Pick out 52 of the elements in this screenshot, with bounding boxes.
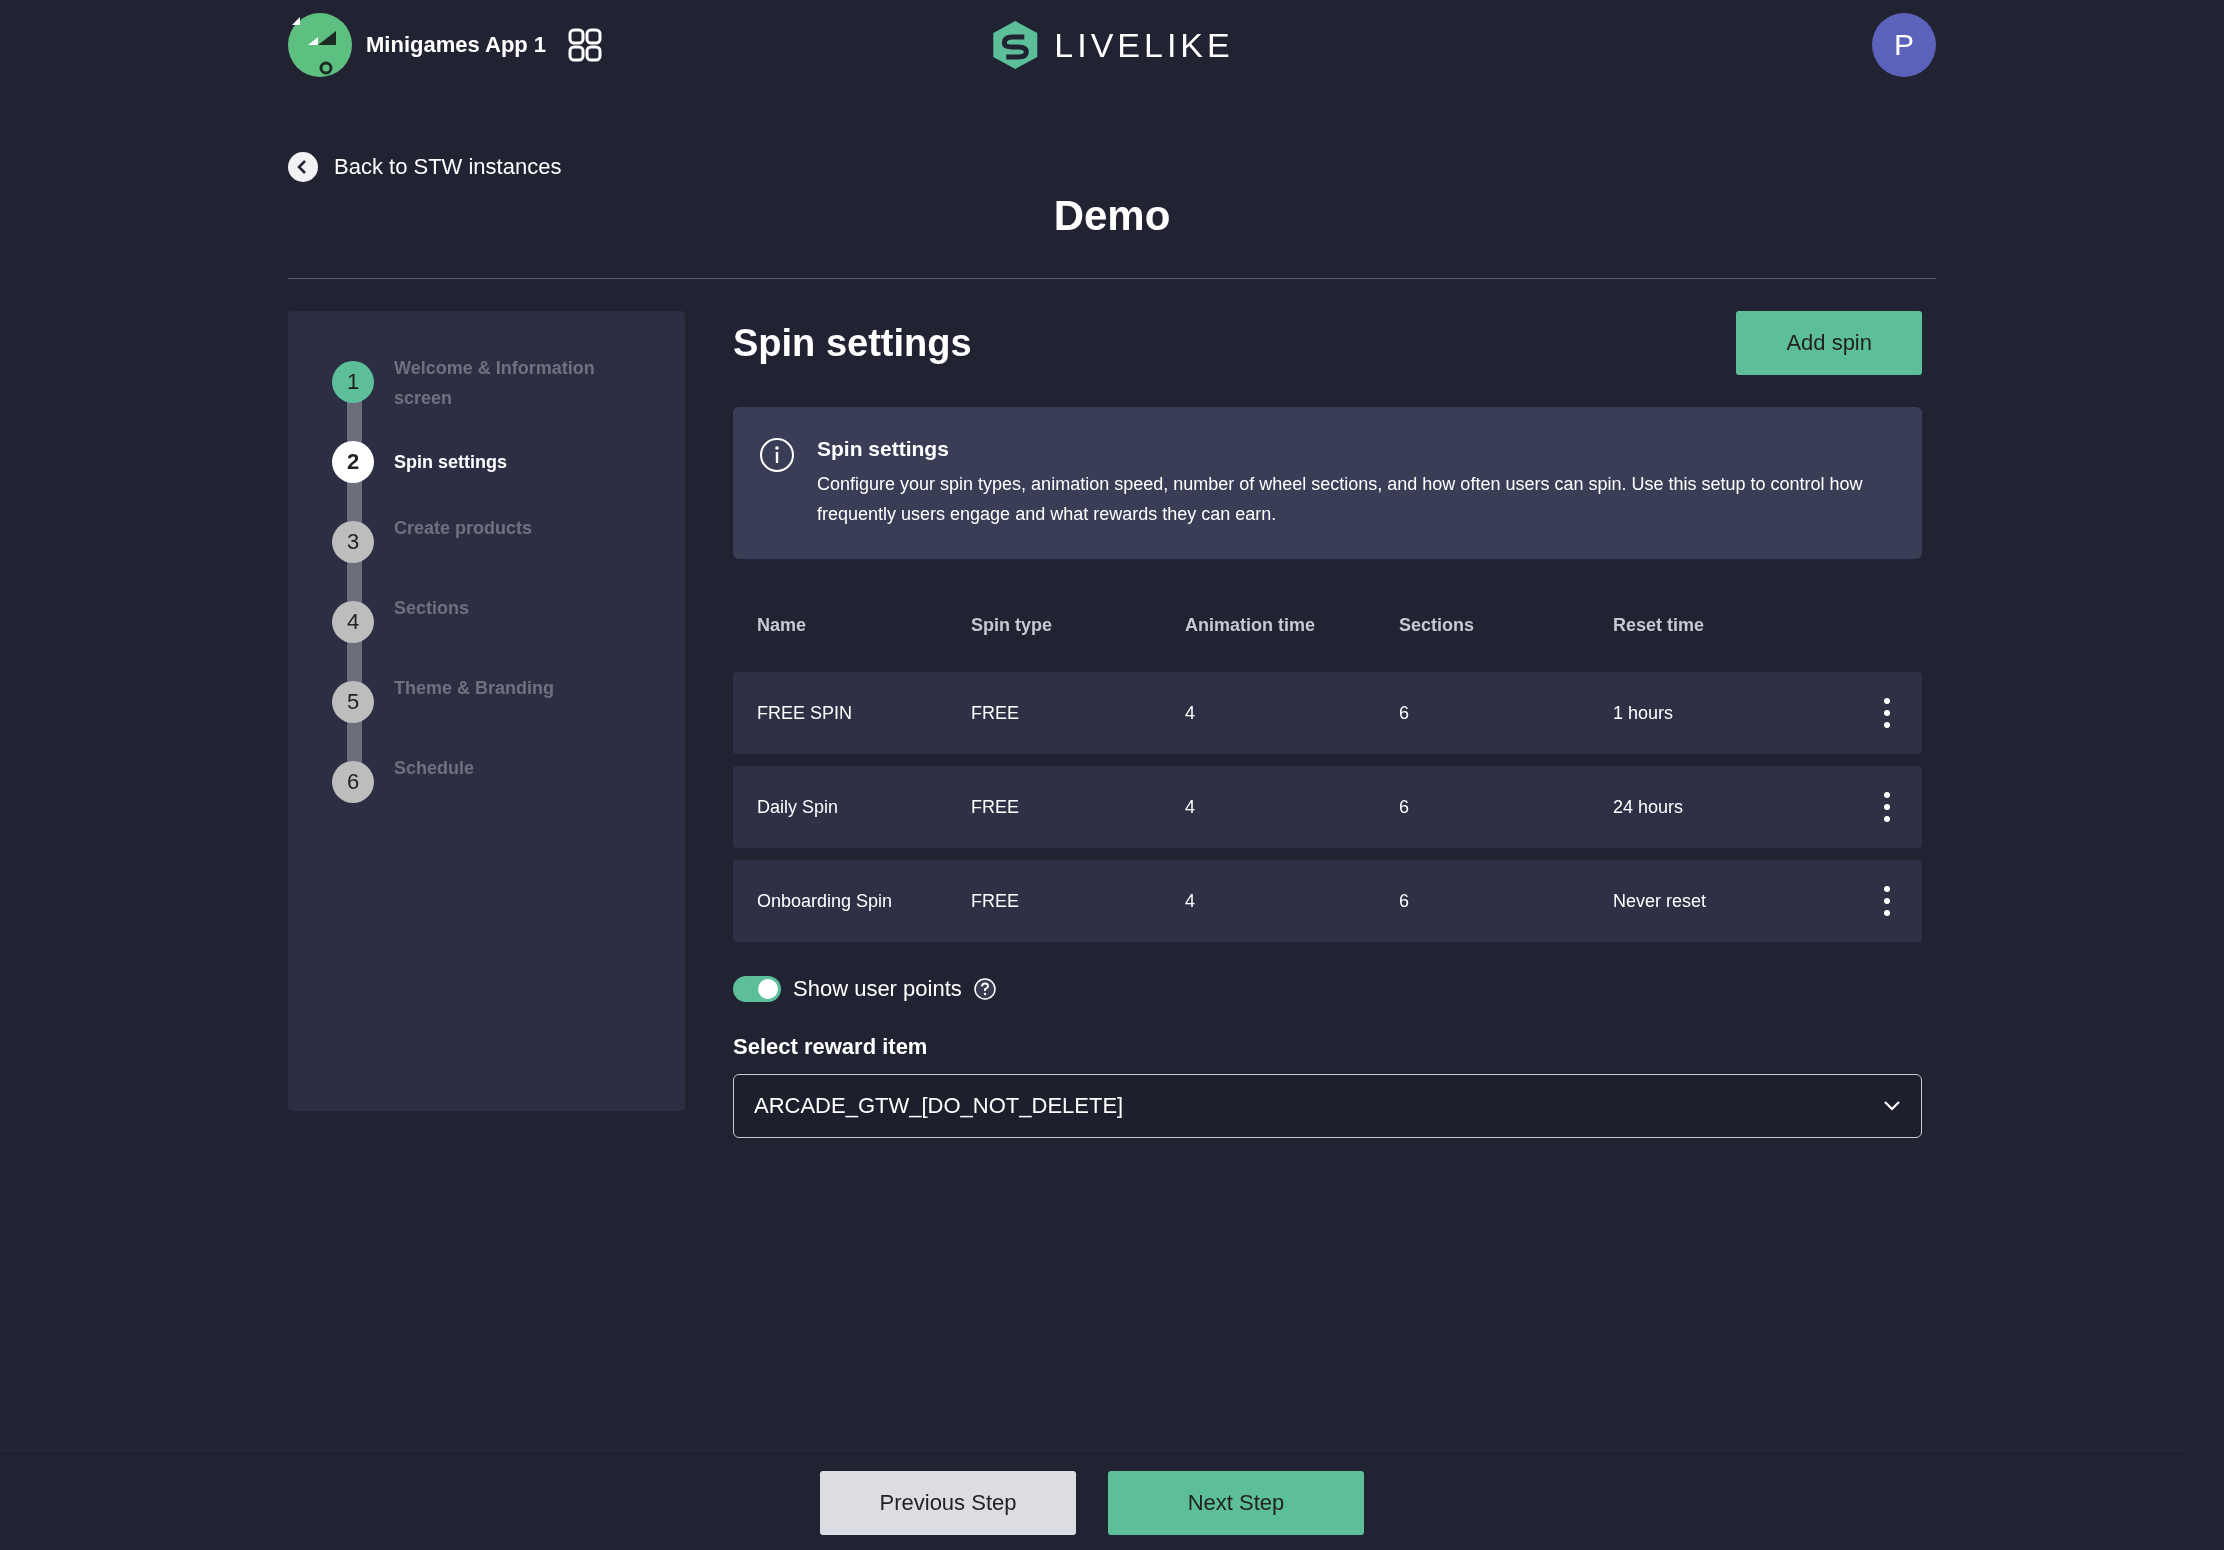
table-cell-text: FREE: [971, 890, 1020, 912]
step-label[interactable]: Spin settings: [394, 447, 507, 477]
brand-name: LIVELIKE: [1054, 25, 1234, 65]
column-header: Sections: [1399, 615, 1476, 636]
app-logo-icon: [288, 13, 352, 77]
reward-select[interactable]: ARCADE_GTW_[DO_NOT_DELETE]: [733, 1074, 1922, 1138]
table-cell-text: Never reset: [1613, 890, 1708, 912]
more-options-icon: [1884, 698, 1890, 728]
table-cell-text: FREE: [971, 702, 1020, 724]
info-icon: [759, 437, 795, 473]
user-avatar[interactable]: P: [1872, 13, 1936, 77]
table-cell-text: 6: [1399, 890, 1410, 912]
table-cell-text: Onboarding Spin: [757, 890, 894, 912]
app-name: Minigames App 1: [366, 32, 547, 58]
table-cell-text: Daily Spin: [757, 796, 840, 818]
previous-step-button[interactable]: Previous Step: [820, 1471, 1076, 1535]
step-number: 2: [332, 441, 374, 483]
more-options-icon: [1884, 886, 1890, 916]
help-icon[interactable]: [973, 978, 996, 1000]
table-cell-text: 1 hours: [1613, 702, 1675, 724]
table-cell-text: 4: [1185, 796, 1196, 818]
column-header: Animation time: [1185, 615, 1316, 636]
column-header: Name: [757, 615, 808, 636]
table-cell-text: FREE SPIN: [757, 702, 854, 724]
apps-grid-icon[interactable]: [568, 28, 603, 62]
show-points-toggle[interactable]: [733, 976, 781, 1002]
step-number: 4: [332, 601, 374, 643]
table-cell-text: FREE: [971, 796, 1020, 818]
table-cell-text: 6: [1399, 702, 1410, 724]
page-title: Demo: [288, 192, 1936, 279]
table-cell-text: 24 hours: [1613, 796, 1685, 818]
table-cell-text: 6: [1399, 796, 1410, 818]
back-icon: [288, 152, 318, 182]
more-options-icon: [1884, 792, 1890, 822]
column-header: Reset time: [1613, 615, 1706, 636]
reward-label: Select reward item: [733, 1034, 929, 1060]
step-number: 6: [332, 761, 374, 803]
column-header: Spin type: [971, 615, 1053, 636]
table-cell-text: 4: [1185, 702, 1196, 724]
add-spin-button[interactable]: Add spin: [1736, 311, 1922, 375]
back-link-text[interactable]: Back to STW instances: [334, 154, 562, 180]
section-title: Spin settings: [733, 321, 972, 365]
table-cell-text: 4: [1185, 890, 1196, 912]
info-title: Spin settings: [817, 437, 950, 461]
step-number: 5: [332, 681, 374, 723]
next-step-button[interactable]: Next Step: [1108, 1471, 1364, 1535]
info-text: Configure your spin types, animation speed, number of wheel sections, and how often users can spin. Use this setup to control how frequently users engage and what rewards they can earn.: [817, 473, 1864, 526]
chevron-down-icon: [1883, 1100, 1901, 1112]
back-link[interactable]: Back to STW instances: [288, 152, 562, 182]
step-number: 3: [332, 521, 374, 563]
step-number: 1: [332, 361, 374, 403]
toggle-label: Show user points: [793, 976, 962, 1002]
